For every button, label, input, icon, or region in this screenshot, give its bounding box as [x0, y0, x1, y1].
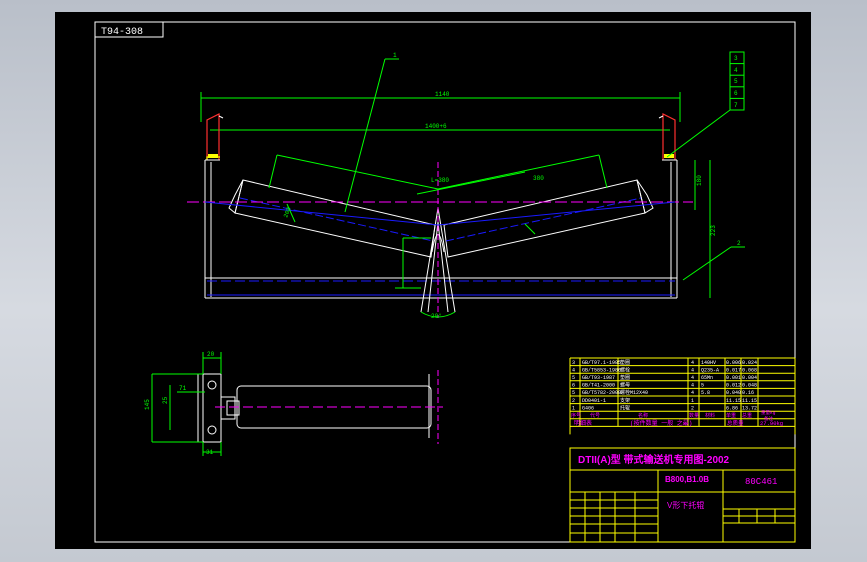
bom-cell: 螺栓M12X40: [620, 389, 648, 396]
roller-detail-view: 145 25 71 20 31: [144, 351, 443, 456]
bom-cell: 2: [691, 405, 694, 411]
bom-cell: 4: [691, 375, 694, 381]
svg-text:180: 180: [696, 175, 703, 186]
cad-viewport[interactable]: T94-308 1140 1400+6 L=380 380 180 223 20…: [55, 12, 811, 549]
svg-text:80C461: 80C461: [745, 477, 777, 487]
bom-cell: 1: [691, 398, 694, 404]
bom-cell: 5: [572, 375, 575, 381]
svg-text:T94-308: T94-308: [101, 27, 143, 38]
svg-text:1140: 1140: [435, 91, 450, 98]
code-box: T94-308: [94, 21, 164, 38]
svg-text:B800,B1.0B: B800,B1.0B: [665, 475, 709, 484]
svg-text:1: 1: [393, 52, 397, 59]
bom-cell: 托辊: [620, 404, 630, 411]
svg-text:7: 7: [734, 102, 738, 109]
bom-cell: 13.72: [742, 405, 757, 411]
bom-cell: 5.8: [701, 390, 710, 396]
bom-cell: 0.024: [742, 360, 757, 366]
svg-text:20°: 20°: [431, 313, 442, 320]
bom-cell: 140HV: [701, 360, 716, 366]
bom-cell: 0.040: [726, 390, 741, 396]
bom-cell: 0.006: [726, 360, 741, 366]
bom-cell: 总重: [742, 412, 752, 419]
bom-cell: 0.16: [742, 390, 754, 396]
bom-cell: 2: [572, 398, 575, 404]
bom-cell: DD0401-1: [582, 398, 606, 404]
bom-cell: 5: [701, 383, 704, 389]
bom-cell: 垫圈: [620, 359, 630, 366]
bom-cell: 4: [691, 383, 694, 389]
bom-cell: Q235-A: [701, 367, 719, 373]
bom-cell: 代号: [590, 412, 600, 419]
bom-cell: 0.017: [726, 367, 741, 373]
bom-cell: 11.15: [726, 398, 741, 404]
bom-cell: 0.068: [742, 367, 757, 373]
bom-cell: 3: [572, 360, 575, 366]
bom-cell: GB/T41-2000: [582, 383, 615, 389]
callout-stack: 3 4 5 6 7: [666, 51, 745, 158]
svg-text:145: 145: [144, 399, 151, 410]
bom-cell: GB/T5782-2000: [582, 390, 621, 396]
svg-text:5: 5: [734, 78, 738, 85]
bom-cell: 0.048: [742, 383, 757, 389]
bom-cell: 序号: [571, 412, 581, 419]
bom-cell: GB/T93-1987: [582, 375, 615, 381]
bom-cell: 名称: [638, 412, 648, 419]
bom-cell: 4: [572, 367, 575, 373]
svg-text:V形下托辊: V形下托辊: [667, 500, 704, 510]
bom-cell: GB/T97.1-1985: [582, 360, 621, 366]
bom-cell: (按件数量 一般 之最): [630, 419, 692, 427]
title-block: DTII(A)型 带式输送机专用图-2002 B800,B1.0B 80C461…: [569, 447, 796, 543]
bom-cell: 11.15: [742, 398, 757, 404]
svg-text:20: 20: [207, 351, 215, 358]
bom-cell: 垫圈: [620, 374, 630, 381]
bom-cell: 4: [691, 367, 694, 373]
bom-cell: 螺栓: [620, 366, 630, 373]
svg-text:6: 6: [734, 90, 738, 97]
svg-text:4: 4: [734, 67, 738, 74]
bom-cell: 材料: [705, 412, 715, 419]
svg-text:31: 31: [206, 449, 214, 456]
bom-cell: 4: [691, 360, 694, 366]
svg-text:2: 2: [737, 240, 741, 247]
svg-text:3: 3: [734, 55, 738, 62]
bom-cell: 0.001: [726, 375, 741, 381]
bom-cell: 明细表: [574, 419, 592, 427]
svg-text:380: 380: [533, 175, 544, 182]
bom-cell: 单重: [726, 412, 736, 419]
bom-cell: 总质量: [727, 419, 744, 427]
svg-text:25: 25: [162, 396, 169, 404]
svg-text:L=380: L=380: [431, 177, 449, 184]
bom-cell: 螺母: [620, 382, 630, 389]
bom-cell: 支架: [620, 397, 630, 404]
bom-cell: 27.90kg: [760, 420, 783, 427]
bom-cell: 0.004: [742, 375, 757, 381]
v-idler-main-view: 1140 1400+6 L=380 380 180 223 200 20° 1 …: [187, 51, 745, 320]
bom-cell: 5: [572, 390, 575, 396]
bom-cell: 6: [572, 383, 575, 389]
svg-text:223: 223: [710, 225, 717, 236]
bom-cell: 0.012: [726, 383, 741, 389]
bom-cell: 6.86: [726, 405, 738, 411]
bom-cell: 数量: [689, 412, 699, 419]
bom-table: 3 GB/T97.1-1985垫圈 4 140HV 0.006 0.0244 GB/T585…: [569, 357, 796, 435]
svg-text:1400+6: 1400+6: [425, 123, 447, 130]
bom-cell: G406: [582, 405, 594, 411]
bom-cell: 1: [572, 405, 575, 411]
bom-cell: GB/T5853-1986: [582, 367, 621, 373]
svg-text:71: 71: [179, 385, 187, 392]
svg-text:DTII(A)型 带式输送机专用图-2002: DTII(A)型 带式输送机专用图-2002: [578, 453, 730, 466]
bom-cell: 4: [691, 390, 694, 396]
bom-cell: 65Mn: [701, 375, 713, 381]
bom-cell: 重量kg: [761, 409, 776, 416]
